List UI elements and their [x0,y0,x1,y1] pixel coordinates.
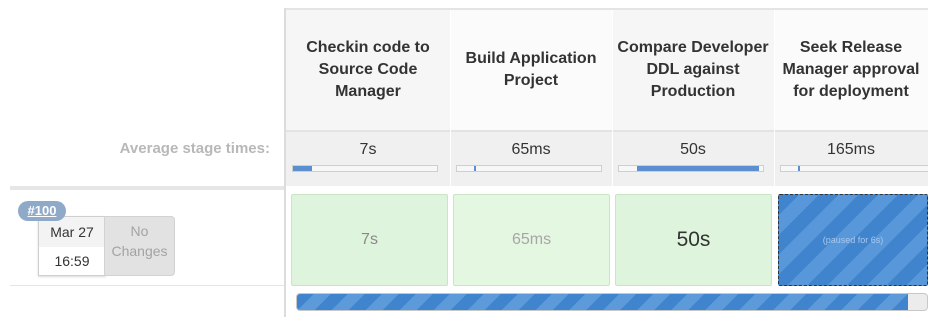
column-separator [450,10,451,310]
stage-run-time: 50s [676,228,711,251]
stage-average-build: 65ms [450,130,612,186]
stage-average-checkin: 7s [286,130,450,186]
stage-run-time: 65ms [511,231,552,248]
build-date: Mar 27 [39,217,105,247]
build-number-link[interactable]: #100 [18,201,66,221]
stage-average-bar [618,165,764,172]
run-progress-bar [296,293,928,311]
stage-header-checkin: Checkin code to Source Code Manager [286,10,450,130]
stage-average-bar [292,165,438,172]
average-stage-times-label: Average stage times: [119,140,270,157]
grid-border [284,8,286,317]
stage-cell-compare[interactable]: 50s [615,194,772,286]
stage-header-compare: Compare Developer DDL against Production [612,10,774,130]
stage-cell-checkin[interactable]: 7s [291,194,448,286]
row-divider [10,186,286,190]
stage-average-time: 65ms [511,141,551,158]
stage-header-approval: Seek Release Manager approval for deploy… [774,10,928,130]
stage-average-bar [780,165,928,172]
paused-label: (paused for 6s) [822,235,884,245]
column-separator [612,10,613,310]
stage-average-bar-fill [637,166,759,171]
build-date-box: Mar 27 16:59 [38,216,106,276]
changes-box[interactable]: No Changes [104,216,175,276]
stage-average-time: 50s [680,141,706,158]
build-time: 16:59 [54,253,90,269]
stage-average-approval: 165ms [774,130,928,186]
stage-name: Checkin code to Source Code Manager [306,39,430,100]
stage-average-bar [456,165,602,172]
stage-name: Build Application Project [465,50,597,89]
stage-average-bar-fill [474,166,476,171]
column-separator [774,10,775,310]
stage-average-bar-fill [293,166,312,171]
row-divider [10,285,286,286]
stage-cell-approval-paused[interactable]: (paused for 6s) [778,194,928,286]
stage-average-time: 165ms [826,141,876,158]
stage-name: Compare Developer DDL against Production [617,39,769,100]
stage-name: Seek Release Manager approval for deploy… [782,39,920,100]
stage-run-time: 7s [361,231,378,248]
stage-cell-build[interactable]: 65ms [453,194,610,286]
stage-average-time: 7s [359,141,377,158]
run-progress-fill [297,294,908,310]
stage-header-build: Build Application Project [450,10,612,130]
stage-average-bar-fill [798,166,800,171]
stage-average-compare: 50s [612,130,774,186]
